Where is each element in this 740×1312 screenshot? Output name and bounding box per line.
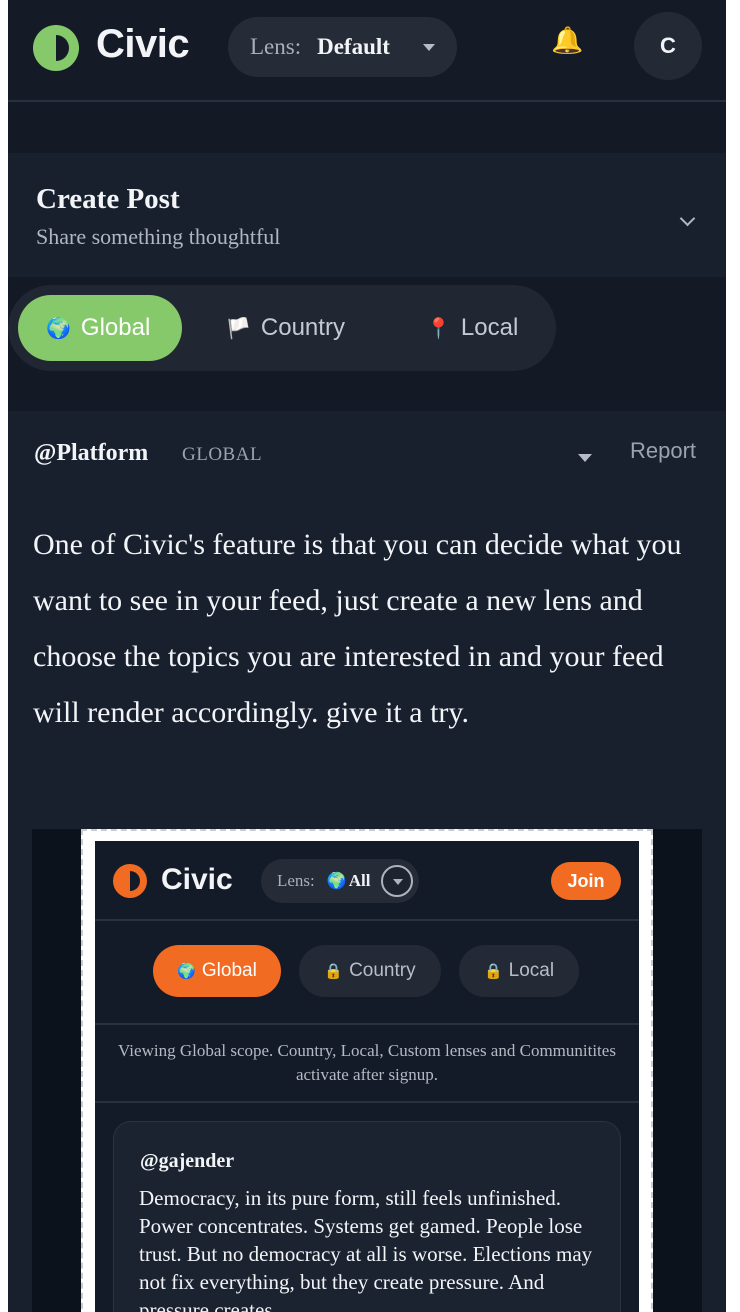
media-scope-note: Viewing Global scope. Country, Local, Cu… [118, 1041, 616, 1084]
pin-icon: 📍 [426, 317, 451, 340]
post-author-handle[interactable]: @Platform [34, 440, 148, 467]
media-lens-value: All [348, 871, 371, 890]
create-post-title: Create Post [36, 183, 180, 215]
chevron-down-icon [423, 44, 435, 51]
embedded-screenshot: Civic Lens: 🌍 All Join 🌍 Global 🔒 Countr… [95, 841, 639, 1312]
media-lens-label: Lens: [277, 871, 315, 890]
lens-value: Default [317, 34, 390, 59]
tab-global-label: Global [80, 314, 151, 341]
tab-country-label: Country [260, 314, 345, 341]
post-card: @Platform GLOBAL Report One of Civic's f… [8, 411, 726, 1312]
tab-local[interactable]: 📍 Local [426, 295, 546, 361]
globe-icon: 🌍 [46, 317, 71, 340]
media-tab-country: 🔒 Country [299, 945, 441, 997]
media-tab-country-label: Country [349, 960, 416, 981]
create-post-subtitle: Share something thoughtful [36, 224, 281, 249]
avatar[interactable]: C [634, 12, 702, 80]
report-button[interactable]: Report [630, 438, 696, 464]
media-lens-selector: Lens: 🌍 All [261, 859, 419, 903]
media-tab-global-label: Global [201, 960, 257, 981]
tab-global[interactable]: 🌍 Global [18, 295, 182, 361]
media-divider [95, 919, 639, 921]
brand-name[interactable]: Civic [96, 22, 190, 67]
media-tab-local-label: Local [508, 960, 555, 981]
media-tab-global: 🌍 Global [153, 945, 281, 997]
flag-icon: 🏳️ [226, 317, 251, 340]
chevron-down-icon [381, 865, 413, 897]
media-tab-local: 🔒 Local [459, 945, 579, 997]
chevron-down-icon[interactable] [679, 210, 696, 227]
media-divider [95, 1023, 639, 1025]
scope-tabs: 🌍 Global 🏳️ Country 📍 Local [8, 285, 556, 371]
post-body: One of Civic's feature is that you can d… [33, 528, 682, 729]
media-post-handle: @gajender [140, 1150, 235, 1172]
tab-country[interactable]: 🏳️ Country [226, 295, 376, 361]
globe-icon: 🌍 [177, 963, 196, 980]
app-root: Civic Lens: Default 🔔 C Create Post Shar… [8, 0, 726, 1312]
media-post-body: Democracy, in its pure form, still feels… [139, 1186, 593, 1312]
tab-local-label: Local [460, 314, 519, 341]
half-circle-logo-icon [113, 864, 147, 898]
post-scope-tag: GLOBAL [182, 444, 263, 465]
create-post-panel[interactable]: Create Post Share something thoughtful [8, 153, 726, 277]
media-divider [95, 1101, 639, 1103]
half-circle-logo-icon[interactable] [32, 24, 80, 72]
lock-icon: 🔒 [324, 963, 344, 980]
lock-icon: 🔒 [483, 963, 503, 980]
media-brand-name: Civic [161, 863, 233, 896]
post-media[interactable]: Civic Lens: 🌍 All Join 🌍 Global 🔒 Countr… [32, 829, 702, 1312]
chevron-down-icon[interactable] [578, 454, 592, 462]
globe-icon: 🌍 [326, 873, 347, 890]
media-image-frame: Civic Lens: 🌍 All Join 🌍 Global 🔒 Countr… [81, 829, 653, 1312]
top-header: Civic Lens: Default 🔔 C [8, 0, 726, 102]
bell-icon[interactable]: 🔔 [551, 28, 583, 54]
media-join-button: Join [551, 862, 621, 900]
media-post-card: @gajender Democracy, in its pure form, s… [113, 1121, 621, 1312]
lens-selector[interactable]: Lens: Default [228, 17, 457, 77]
lens-label: Lens: [250, 34, 302, 59]
